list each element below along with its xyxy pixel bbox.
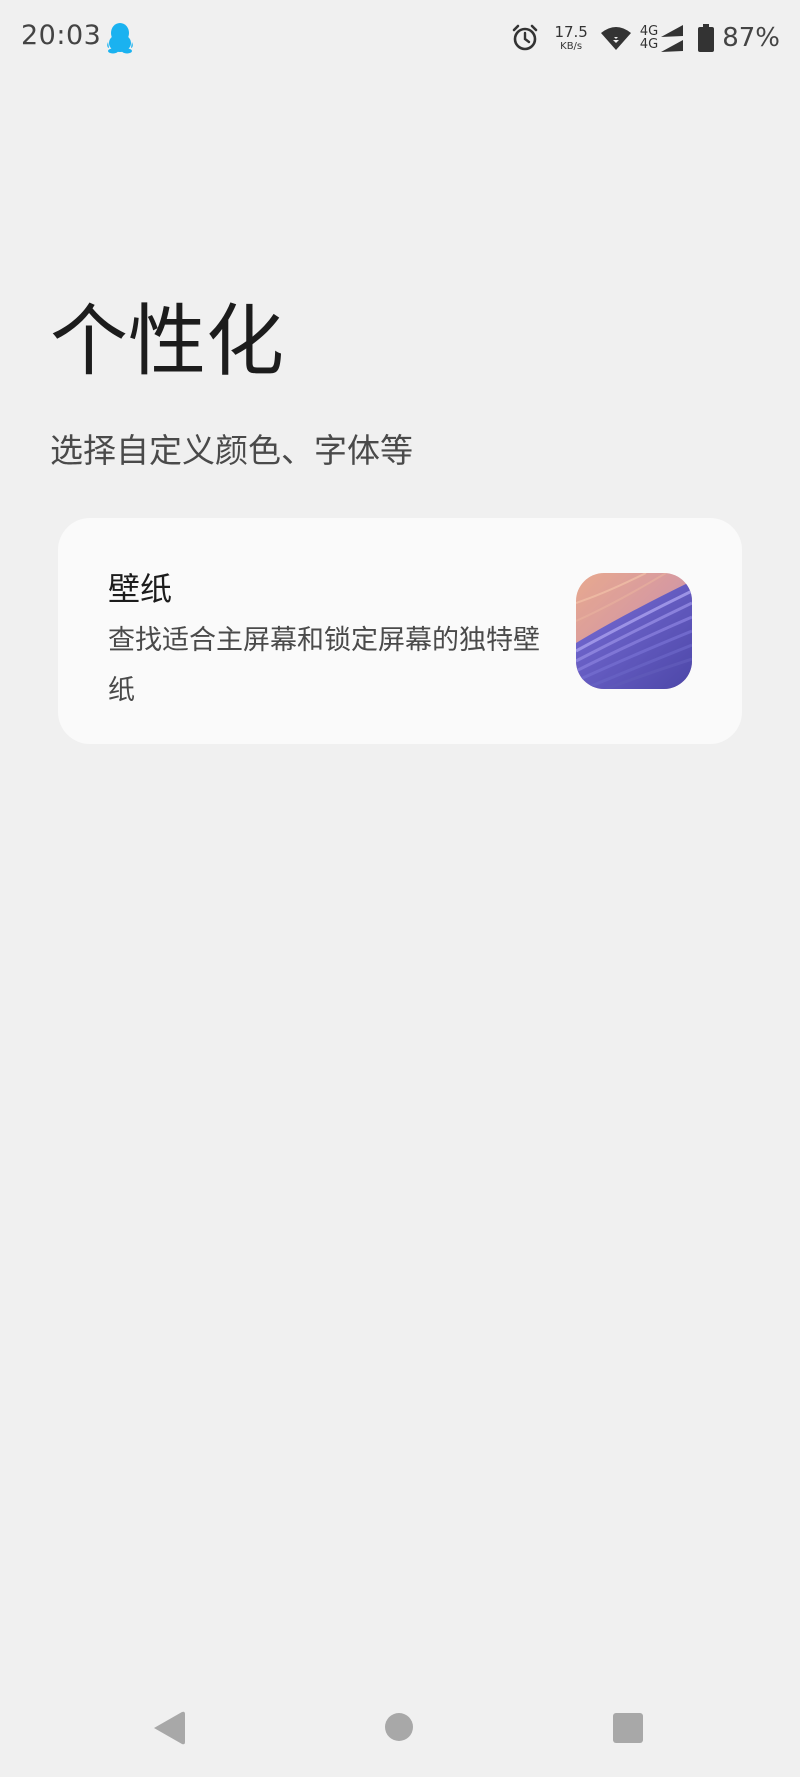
status-bar: 20:03 17.5 KB/s 4G 4G 87% xyxy=(0,0,800,76)
wallpaper-card-description: 查找适合主屏幕和锁定屏幕的独特壁纸 xyxy=(108,625,540,706)
home-icon[interactable] xyxy=(384,1712,414,1742)
net-speed: 17.5 KB/s xyxy=(554,22,588,52)
status-icons: 17.5 KB/s 4G 4G 87% xyxy=(510,18,780,58)
back-icon[interactable] xyxy=(152,1709,186,1747)
signal-icon xyxy=(660,23,684,53)
battery-icon xyxy=(698,24,715,52)
wallpaper-thumbnail xyxy=(576,573,692,689)
wallpaper-card-title: 壁纸 xyxy=(108,570,173,608)
recents-icon[interactable] xyxy=(612,1712,644,1744)
net-speed-unit: KB/s xyxy=(560,40,583,52)
cell-labels: 4G 4G xyxy=(640,25,658,51)
wallpaper-card[interactable]: 壁纸 查找适合主屏幕和锁定屏幕的独特壁纸 xyxy=(58,518,742,744)
alarm-icon xyxy=(510,23,540,53)
net-speed-value: 17.5 xyxy=(554,22,588,41)
cellular-status: 4G 4G xyxy=(640,23,684,53)
qq-icon xyxy=(106,22,134,54)
status-time: 20:03 xyxy=(21,20,102,51)
battery-percent: 87% xyxy=(722,23,780,53)
page-subtitle: 选择自定义颜色、字体等 xyxy=(50,431,413,470)
cell-label-2: 4G xyxy=(639,37,659,52)
navigation-bar xyxy=(0,1680,800,1777)
wifi-icon xyxy=(600,24,632,52)
page-title: 个性化 xyxy=(50,297,285,387)
